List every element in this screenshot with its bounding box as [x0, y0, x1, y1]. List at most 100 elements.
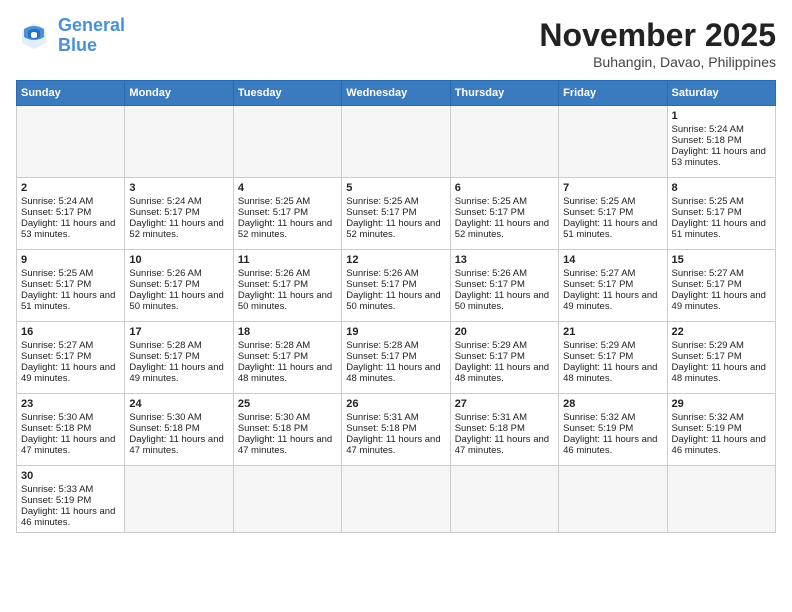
- cell-info: Sunset: 5:17 PM: [21, 351, 120, 362]
- table-row: [559, 466, 667, 533]
- cell-info: Sunrise: 5:31 AM: [346, 412, 445, 423]
- cell-info: Sunset: 5:17 PM: [346, 351, 445, 362]
- table-row: 7Sunrise: 5:25 AMSunset: 5:17 PMDaylight…: [559, 178, 667, 250]
- cell-info: Daylight: 11 hours and 52 minutes.: [129, 218, 228, 240]
- cell-info: Daylight: 11 hours and 50 minutes.: [238, 290, 337, 312]
- cell-info: Daylight: 11 hours and 52 minutes.: [238, 218, 337, 240]
- cell-info: Sunset: 5:17 PM: [346, 207, 445, 218]
- cell-info: Daylight: 11 hours and 48 minutes.: [563, 362, 662, 384]
- cell-info: Sunrise: 5:32 AM: [563, 412, 662, 423]
- cell-info: Sunset: 5:18 PM: [455, 423, 554, 434]
- cell-info: Sunrise: 5:29 AM: [672, 340, 771, 351]
- logo-icon: [16, 21, 52, 51]
- cell-info: Sunset: 5:18 PM: [238, 423, 337, 434]
- cell-info: Sunset: 5:17 PM: [672, 279, 771, 290]
- day-number: 27: [455, 398, 554, 410]
- cell-info: Daylight: 11 hours and 51 minutes.: [672, 218, 771, 240]
- cell-info: Sunrise: 5:26 AM: [455, 268, 554, 279]
- cell-info: Sunrise: 5:26 AM: [129, 268, 228, 279]
- cell-info: Daylight: 11 hours and 49 minutes.: [563, 290, 662, 312]
- cell-info: Daylight: 11 hours and 46 minutes.: [563, 434, 662, 456]
- day-number: 25: [238, 398, 337, 410]
- table-row: 2Sunrise: 5:24 AMSunset: 5:17 PMDaylight…: [17, 178, 125, 250]
- table-row: 20Sunrise: 5:29 AMSunset: 5:17 PMDayligh…: [450, 322, 558, 394]
- cell-info: Sunset: 5:18 PM: [129, 423, 228, 434]
- cell-info: Sunset: 5:18 PM: [672, 135, 771, 146]
- table-row: 14Sunrise: 5:27 AMSunset: 5:17 PMDayligh…: [559, 250, 667, 322]
- cell-info: Sunrise: 5:24 AM: [21, 196, 120, 207]
- cell-info: Daylight: 11 hours and 48 minutes.: [346, 362, 445, 384]
- table-row: 3Sunrise: 5:24 AMSunset: 5:17 PMDaylight…: [125, 178, 233, 250]
- cell-info: Sunset: 5:18 PM: [346, 423, 445, 434]
- col-thursday: Thursday: [450, 81, 558, 106]
- table-row: [450, 106, 558, 178]
- table-row: 27Sunrise: 5:31 AMSunset: 5:18 PMDayligh…: [450, 394, 558, 466]
- table-row: 23Sunrise: 5:30 AMSunset: 5:18 PMDayligh…: [17, 394, 125, 466]
- day-number: 23: [21, 398, 120, 410]
- cell-info: Sunset: 5:17 PM: [455, 351, 554, 362]
- day-number: 4: [238, 182, 337, 194]
- cell-info: Daylight: 11 hours and 48 minutes.: [455, 362, 554, 384]
- cell-info: Sunset: 5:17 PM: [563, 207, 662, 218]
- cell-info: Sunrise: 5:26 AM: [346, 268, 445, 279]
- cell-info: Daylight: 11 hours and 53 minutes.: [672, 146, 771, 168]
- table-row: 10 Sunrise: 5:26 AMSunset: 5:17 PMDayligh…: [125, 250, 233, 322]
- cell-info: Daylight: 11 hours and 50 minutes.: [346, 290, 445, 312]
- cell-info: Sunrise: 5:25 AM: [238, 196, 337, 207]
- cell-info: Daylight: 11 hours and 51 minutes.: [563, 218, 662, 240]
- col-saturday: Saturday: [667, 81, 775, 106]
- cell-info: Sunrise: 5:32 AM: [672, 412, 771, 423]
- cell-info: Daylight: 11 hours and 48 minutes.: [238, 362, 337, 384]
- cell-info: Daylight: 11 hours and 53 minutes.: [21, 218, 120, 240]
- cell-info: Sunrise: 5:24 AM: [672, 124, 771, 135]
- day-number: 2: [21, 182, 120, 194]
- cell-info: Sunrise: 5:28 AM: [238, 340, 337, 351]
- table-row: [233, 106, 341, 178]
- cell-info: Daylight: 11 hours and 47 minutes.: [238, 434, 337, 456]
- page-header: General Blue November 2025 Buhangin, Dav…: [16, 16, 776, 70]
- day-number: 26: [346, 398, 445, 410]
- day-number: 12: [346, 254, 445, 266]
- day-number: 15: [672, 254, 771, 266]
- day-number: 9: [21, 254, 120, 266]
- day-number: 21: [563, 326, 662, 338]
- cell-info: Sunset: 5:17 PM: [672, 207, 771, 218]
- cell-info: Daylight: 11 hours and 49 minutes.: [672, 290, 771, 312]
- cell-info: Sunset: 5:17 PM: [672, 351, 771, 362]
- table-row: 26 Sunrise: 5:31 AMSunset: 5:18 PMDayligh…: [342, 394, 450, 466]
- cell-info: Sunrise: 5:25 AM: [21, 268, 120, 279]
- cell-info: Daylight: 11 hours and 50 minutes.: [129, 290, 228, 312]
- cell-info: Sunset: 5:17 PM: [129, 207, 228, 218]
- cell-info: Sunrise: 5:27 AM: [672, 268, 771, 279]
- cell-info: Sunrise: 5:25 AM: [563, 196, 662, 207]
- cell-info: Daylight: 11 hours and 48 minutes.: [672, 362, 771, 384]
- calendar-week-row: 9Sunrise: 5:25 AMSunset: 5:17 PMDaylight…: [17, 250, 776, 322]
- table-row: 6Sunrise: 5:25 AMSunset: 5:17 PMDaylight…: [450, 178, 558, 250]
- cell-info: Sunset: 5:17 PM: [129, 279, 228, 290]
- cell-info: Sunset: 5:17 PM: [238, 279, 337, 290]
- table-row: 16Sunrise: 5:27 AMSunset: 5:17 PMDayligh…: [17, 322, 125, 394]
- logo-blue: Blue: [58, 35, 97, 55]
- cell-info: Daylight: 11 hours and 52 minutes.: [455, 218, 554, 240]
- table-row: 13Sunrise: 5:26 AMSunset: 5:17 PMDayligh…: [450, 250, 558, 322]
- day-number: 10: [129, 254, 228, 266]
- cell-info: Sunset: 5:17 PM: [346, 279, 445, 290]
- table-row: 19Sunrise: 5:28 AMSunset: 5:17 PMDayligh…: [342, 322, 450, 394]
- table-row: 30Sunrise: 5:33 AMSunset: 5:19 PMDayligh…: [17, 466, 125, 533]
- calendar-week-row: 23Sunrise: 5:30 AMSunset: 5:18 PMDayligh…: [17, 394, 776, 466]
- col-wednesday: Wednesday: [342, 81, 450, 106]
- day-number: 28: [563, 398, 662, 410]
- cell-info: Daylight: 11 hours and 47 minutes.: [346, 434, 445, 456]
- cell-info: Sunrise: 5:27 AM: [21, 340, 120, 351]
- cell-info: Sunrise: 5:24 AM: [129, 196, 228, 207]
- day-number: 1: [672, 110, 771, 122]
- col-tuesday: Tuesday: [233, 81, 341, 106]
- cell-info: Sunrise: 5:25 AM: [455, 196, 554, 207]
- cell-info: Daylight: 11 hours and 47 minutes.: [21, 434, 120, 456]
- table-row: 15 Sunrise: 5:27 AMSunset: 5:17 PMDayligh…: [667, 250, 775, 322]
- cell-info: Daylight: 11 hours and 47 minutes.: [455, 434, 554, 456]
- cell-info: Sunrise: 5:26 AM: [238, 268, 337, 279]
- day-number: 18: [238, 326, 337, 338]
- calendar-week-row: 16Sunrise: 5:27 AMSunset: 5:17 PMDayligh…: [17, 322, 776, 394]
- table-row: 11Sunrise: 5:26 AMSunset: 5:17 PMDayligh…: [233, 250, 341, 322]
